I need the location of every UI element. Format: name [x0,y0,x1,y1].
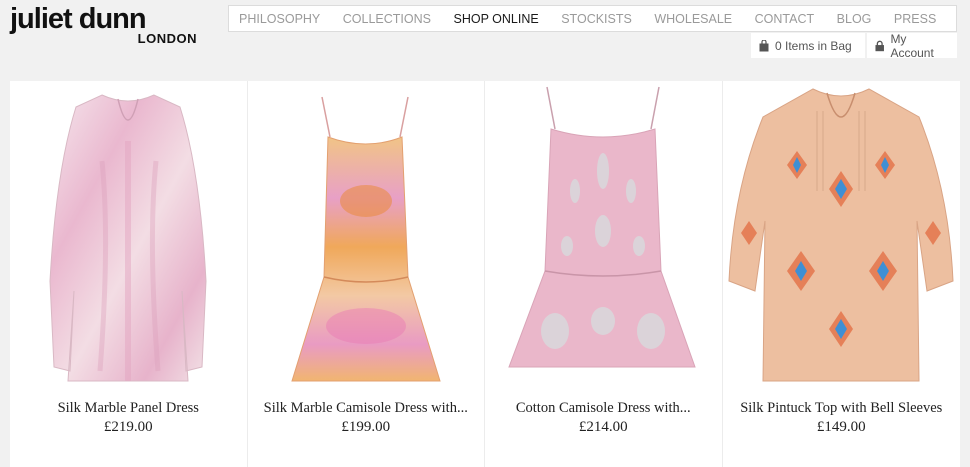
main-nav: PHILOSOPHY COLLECTIONS SHOP ONLINE STOCK… [228,5,957,32]
nav-blog[interactable]: BLOG [837,12,872,26]
nav-stockists[interactable]: STOCKISTS [561,12,632,26]
nav-press[interactable]: PRESS [894,12,936,26]
bag-label: 0 Items in Bag [775,38,852,53]
product-image-marble-camisole-dress[interactable] [248,81,485,391]
shopping-bag-link[interactable]: 0 Items in Bag [751,33,865,58]
nav-shop-online[interactable]: SHOP ONLINE [454,12,539,26]
product-grid: Silk Marble Panel Dress £219.00 Silk Mar… [10,81,960,467]
product-price: £149.00 [816,419,866,435]
product-card[interactable]: Cotton Camisole Dress with... £214.00 [485,81,723,467]
product-card[interactable]: Silk Marble Panel Dress £219.00 [10,81,248,467]
product-price: £219.00 [103,419,153,435]
nav-contact[interactable]: CONTACT [755,12,815,26]
product-price: £199.00 [341,419,391,435]
lock-icon [875,40,884,51]
product-card[interactable]: Silk Marble Camisole Dress with... £199.… [248,81,485,467]
product-name[interactable]: Cotton Camisole Dress with... [485,400,722,417]
nav-philosophy[interactable]: PHILOSOPHY [239,12,320,26]
nav-wholesale[interactable]: WHOLESALE [654,12,732,26]
product-name[interactable]: Silk Pintuck Top with Bell Sleeves [723,400,961,417]
product-image-pintuck-top[interactable] [723,81,960,391]
account-label: My Account [890,31,934,60]
product-name[interactable]: Silk Marble Camisole Dress with... [248,400,485,417]
brand-name: juliet dunn [10,3,147,35]
my-account-link[interactable]: My Account [867,31,957,60]
shopping-bag-icon [759,39,769,51]
product-price: £214.00 [578,419,628,435]
product-card[interactable]: Silk Pintuck Top with Bell Sleeves £149.… [723,81,961,467]
nav-collections[interactable]: COLLECTIONS [343,12,431,26]
product-name[interactable]: Silk Marble Panel Dress [10,400,247,417]
product-image-cotton-camisole-dress[interactable] [485,81,722,391]
brand-subtitle: LONDON [137,31,197,46]
product-image-marble-panel-dress[interactable] [10,81,247,391]
brand-logo[interactable]: juliet dunn LONDON [10,4,205,48]
